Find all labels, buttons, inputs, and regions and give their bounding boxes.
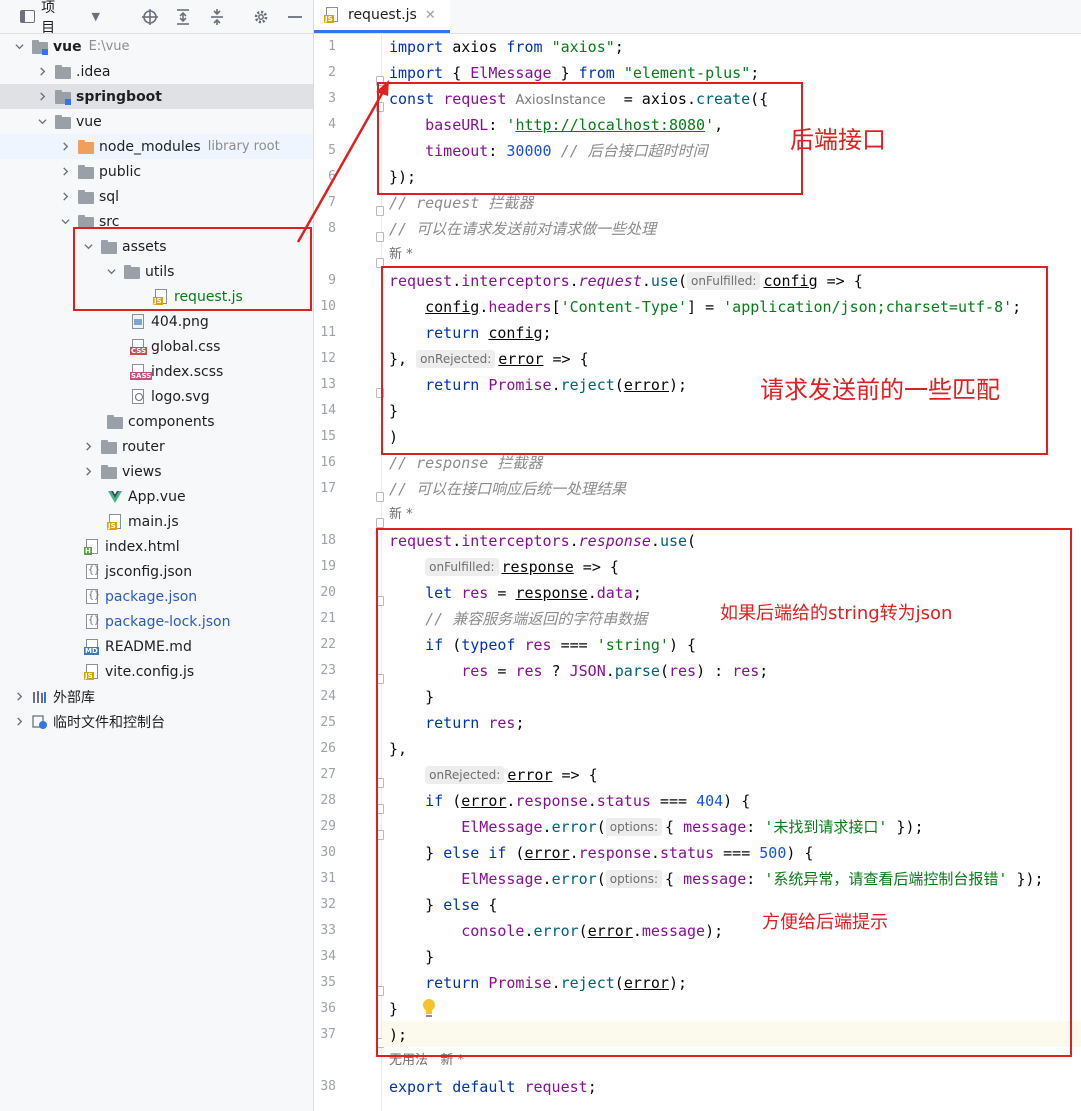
annotation-arrow	[296, 80, 389, 243]
